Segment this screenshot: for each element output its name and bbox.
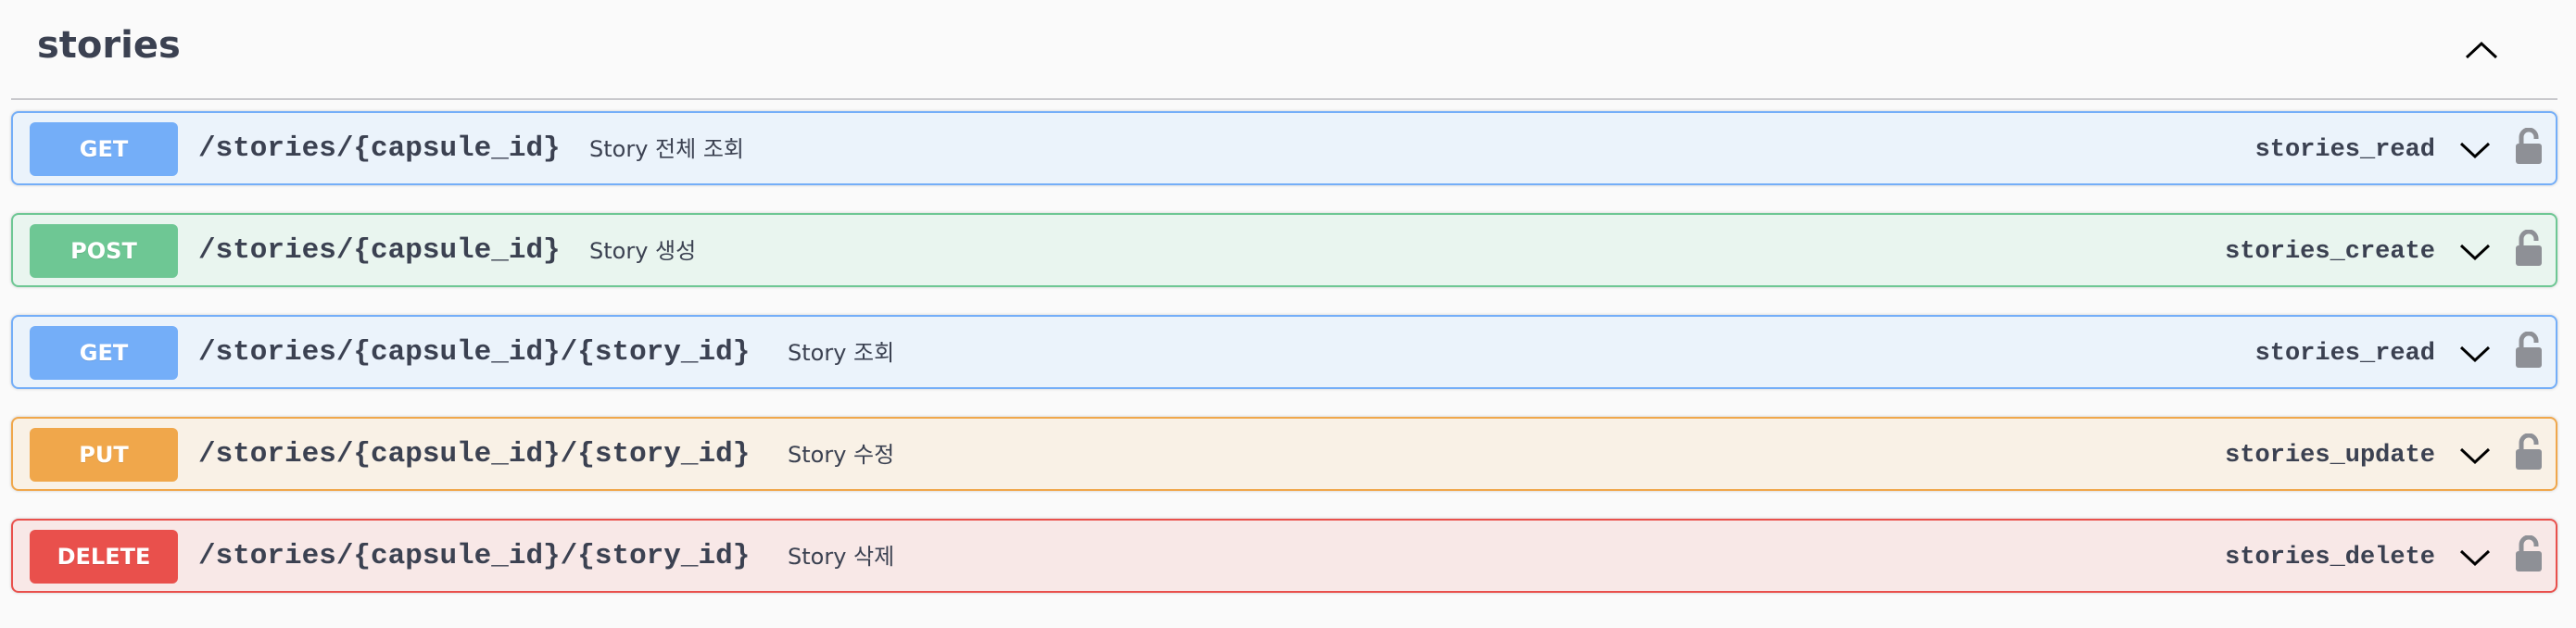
operation-id: stories_create [2225,238,2435,266]
unlocked-lock-icon[interactable] [2515,433,2543,471]
operation-post-stories_create[interactable]: POST/stories/{capsule_id} Story 생성 stories… [11,213,2557,287]
operation-id: stories_read [2254,340,2435,368]
operation-path[interactable]: /stories/{capsule_id} [198,132,561,167]
chevron-down-icon[interactable] [2457,235,2493,267]
tag-title: stories [37,24,181,67]
method-badge: POST [30,224,178,278]
operation-summary: Story 조회 [788,340,895,366]
operation-id: stories_update [2225,442,2435,470]
operation-summary: Story 삭제 [788,544,895,570]
operation-delete-stories_delete[interactable]: DELETE/stories/{capsule_id}/{story_id} St… [11,519,2557,593]
method-badge: DELETE [30,530,178,584]
operation-id: stories_delete [2225,544,2435,571]
chevron-down-icon[interactable] [2457,541,2493,572]
operation-id: stories_read [2254,136,2435,164]
operation-path[interactable]: /stories/{capsule_id}/{story_id} [198,539,750,574]
unlocked-lock-icon[interactable] [2515,128,2543,165]
operation-summary: Story 생성 [589,238,697,264]
method-badge: PUT [30,428,178,482]
tag-header-stories[interactable]: stories [11,0,2557,100]
method-badge: GET [30,122,178,176]
chevron-down-icon[interactable] [2457,337,2493,369]
operation-path[interactable]: /stories/{capsule_id} [198,233,561,269]
chevron-down-icon[interactable] [2457,439,2493,471]
method-badge: GET [30,326,178,380]
unlocked-lock-icon[interactable] [2515,535,2543,572]
operation-get-stories_read[interactable]: GET/stories/{capsule_id}/{story_id} Story… [11,315,2557,389]
operation-summary: Story 수정 [788,442,895,468]
operation-summary: Story 전체 조회 [589,136,744,162]
chevron-down-icon[interactable] [2457,133,2493,165]
operation-path[interactable]: /stories/{capsule_id}/{story_id} [198,437,750,472]
unlocked-lock-icon[interactable] [2515,332,2543,369]
operation-put-stories_update[interactable]: PUT/stories/{capsule_id}/{story_id} Story… [11,417,2557,491]
operation-get-stories_read[interactable]: GET/stories/{capsule_id} Story 전체 조회 stori… [11,111,2557,185]
chevron-up-icon[interactable] [2461,33,2502,67]
unlocked-lock-icon[interactable] [2515,230,2543,267]
operation-path[interactable]: /stories/{capsule_id}/{story_id} [198,335,750,371]
